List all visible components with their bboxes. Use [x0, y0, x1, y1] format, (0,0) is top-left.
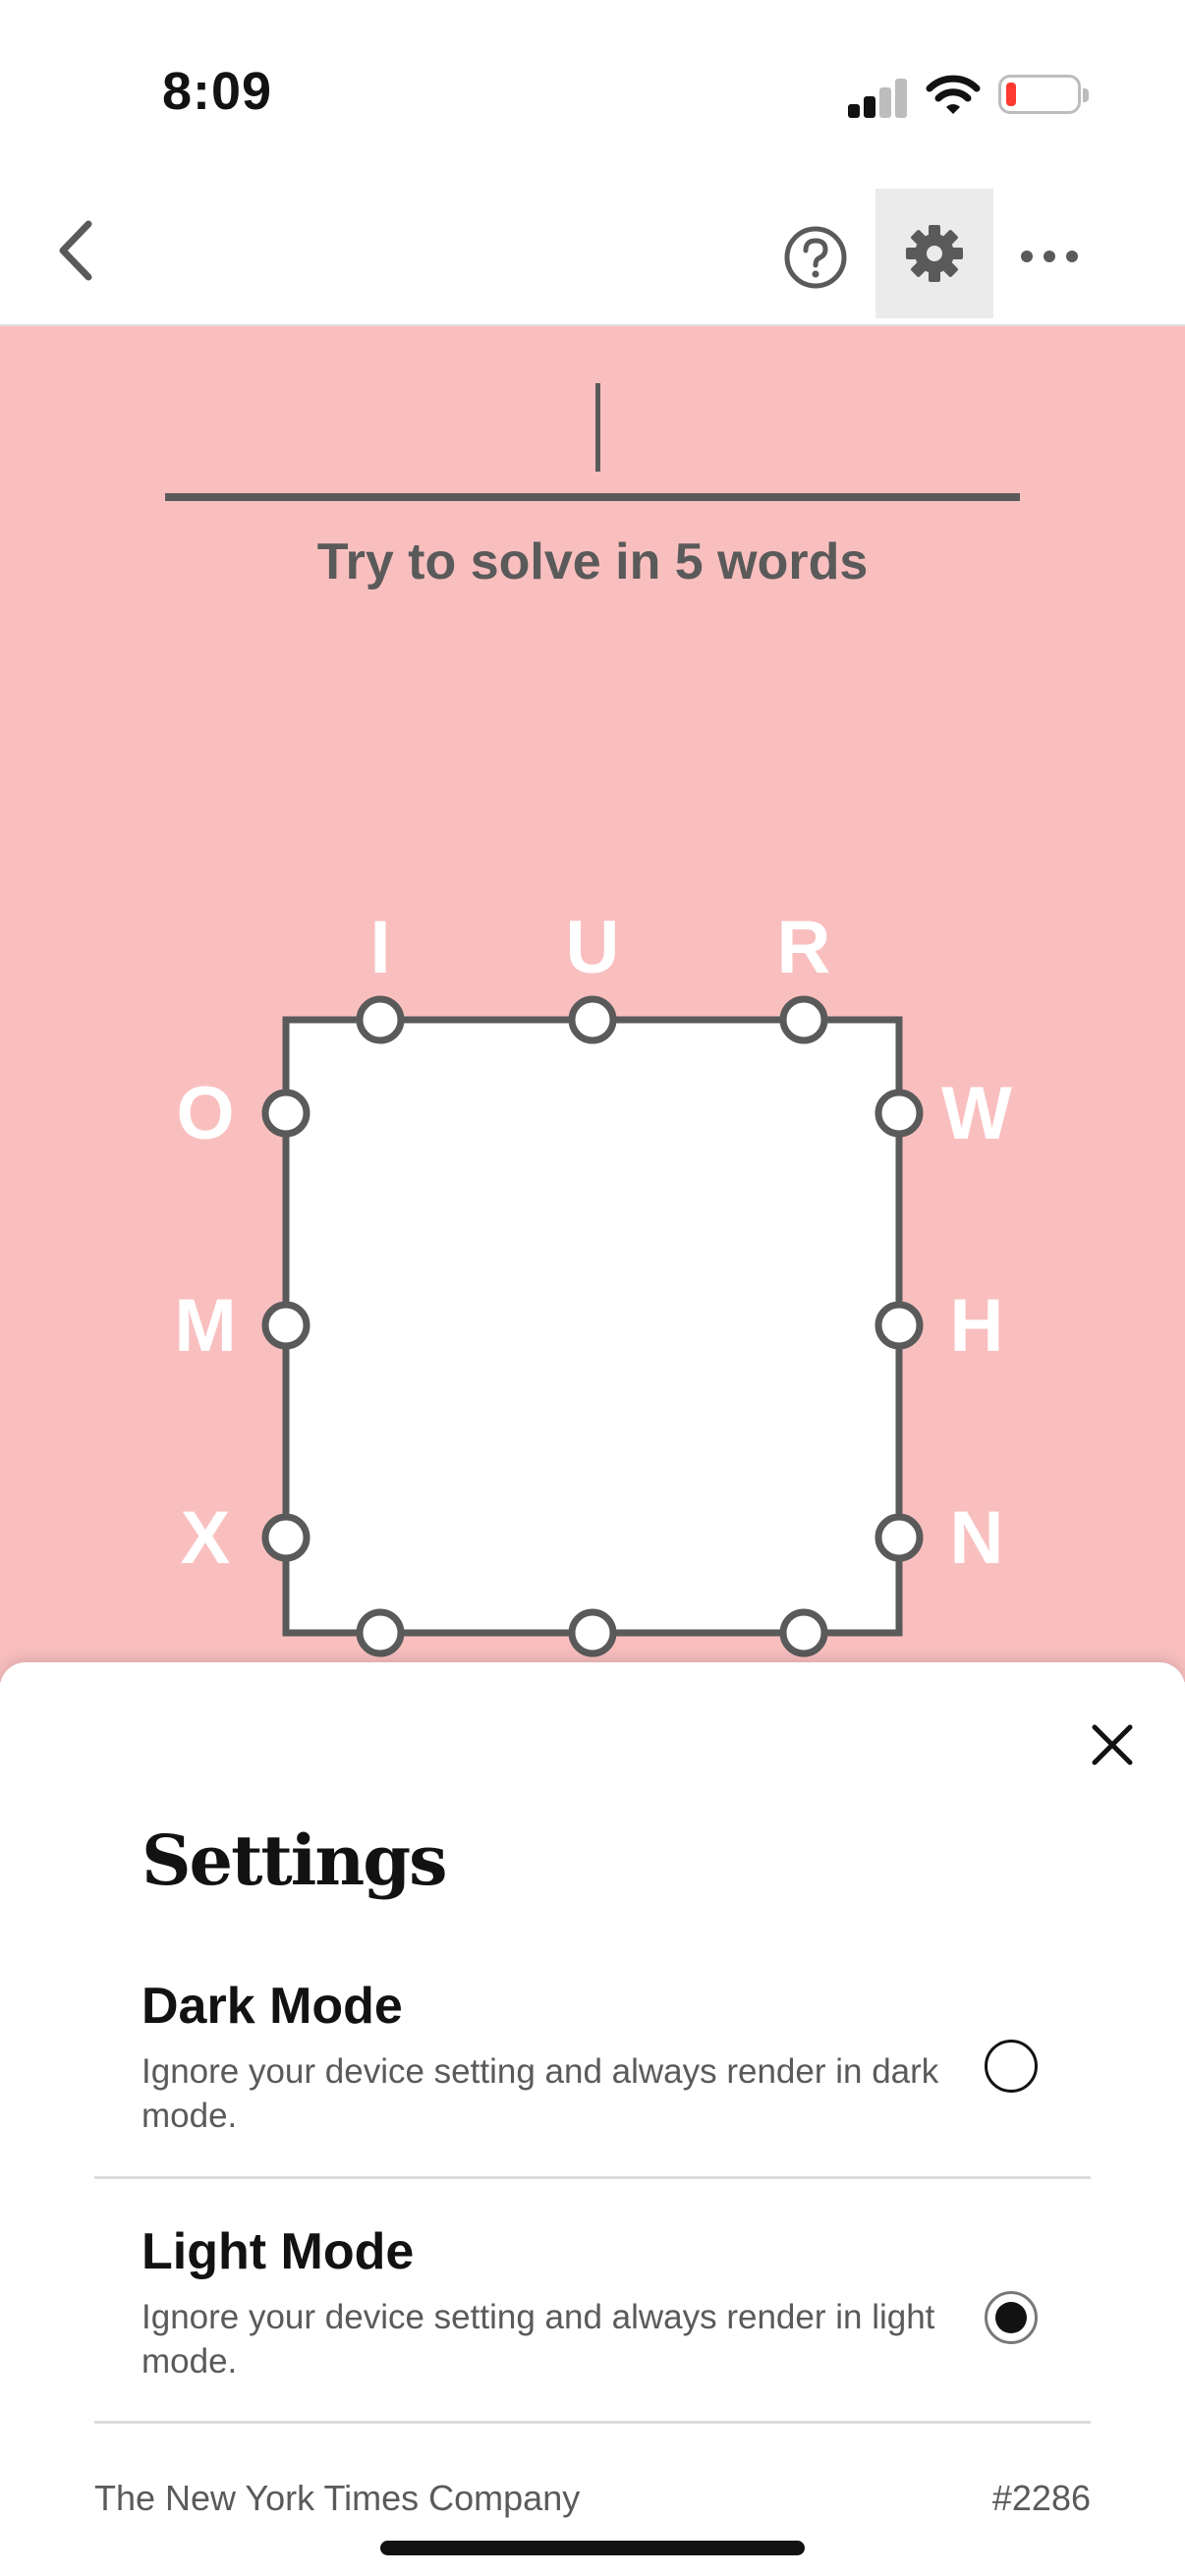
letter-right-3: N — [950, 1496, 1004, 1580]
letter-top-1: I — [369, 906, 390, 989]
letter-boxed-board: I U R O M X W H N — [174, 906, 1012, 1657]
dark-mode-title: Dark Mode — [141, 1978, 403, 2035]
letter-left-1: O — [176, 1072, 234, 1155]
cellular-signal-icon — [848, 77, 909, 118]
letter-node-right-2[interactable] — [875, 1301, 924, 1350]
home-indicator — [380, 2541, 805, 2555]
option-divider — [94, 2176, 1091, 2179]
board-square — [282, 1016, 903, 1637]
letter-node-right-3[interactable] — [875, 1513, 924, 1562]
gear-icon — [906, 225, 963, 282]
light-mode-option[interactable]: Light Mode Ignore your device setting an… — [94, 2222, 1091, 2380]
battery-low-icon — [998, 75, 1089, 114]
footer-company: The New York Times Company — [94, 2478, 581, 2518]
settings-title: Settings — [141, 1820, 448, 1901]
chevron-left-icon[interactable] — [47, 216, 106, 285]
puzzle-number: #2286 — [991, 2478, 1091, 2518]
light-mode-radio[interactable] — [985, 2291, 1038, 2344]
dark-mode-description: Ignore your device setting and always re… — [141, 2052, 939, 2135]
game-area: Try to solve in 5 words I U R O M X W H … — [0, 326, 1185, 1682]
letter-left-3: X — [181, 1496, 231, 1580]
light-mode-description: Ignore your device setting and always re… — [141, 2298, 935, 2380]
letter-top-2: U — [566, 906, 620, 989]
option-divider — [94, 2421, 1091, 2424]
letter-node-bottom-1[interactable] — [356, 1608, 405, 1657]
settings-sheet: Settings Dark Mode Ignore your device se… — [0, 1662, 1185, 2576]
letter-right-2: H — [950, 1284, 1004, 1368]
letter-node-left-2[interactable] — [261, 1301, 310, 1350]
status-bar: 8:09 — [0, 0, 1185, 177]
letter-node-left-1[interactable] — [261, 1089, 310, 1138]
letter-right-1: W — [941, 1072, 1012, 1155]
letter-node-top-3[interactable] — [779, 995, 828, 1044]
letter-left-2: M — [174, 1284, 236, 1368]
wifi-icon — [926, 75, 981, 114]
close-icon[interactable] — [1089, 1721, 1136, 1768]
dark-mode-radio[interactable] — [985, 2040, 1038, 2093]
status-time: 8:09 — [162, 62, 273, 121]
letter-node-left-3[interactable] — [261, 1513, 310, 1562]
light-mode-title: Light Mode — [141, 2223, 415, 2280]
letter-top-3: R — [777, 906, 831, 989]
question-circle-icon[interactable] — [782, 224, 849, 291]
top-nav-bar — [0, 177, 1185, 326]
letter-node-top-1[interactable] — [356, 995, 405, 1044]
letter-node-top-2[interactable] — [568, 995, 617, 1044]
letter-node-bottom-2[interactable] — [568, 1608, 617, 1657]
settings-button[interactable] — [875, 189, 993, 318]
letter-node-right-1[interactable] — [875, 1089, 924, 1138]
letter-node-bottom-3[interactable] — [779, 1608, 828, 1657]
ellipsis-icon[interactable] — [1020, 250, 1079, 263]
dark-mode-option[interactable]: Dark Mode Ignore your device setting and… — [94, 1977, 1091, 2135]
